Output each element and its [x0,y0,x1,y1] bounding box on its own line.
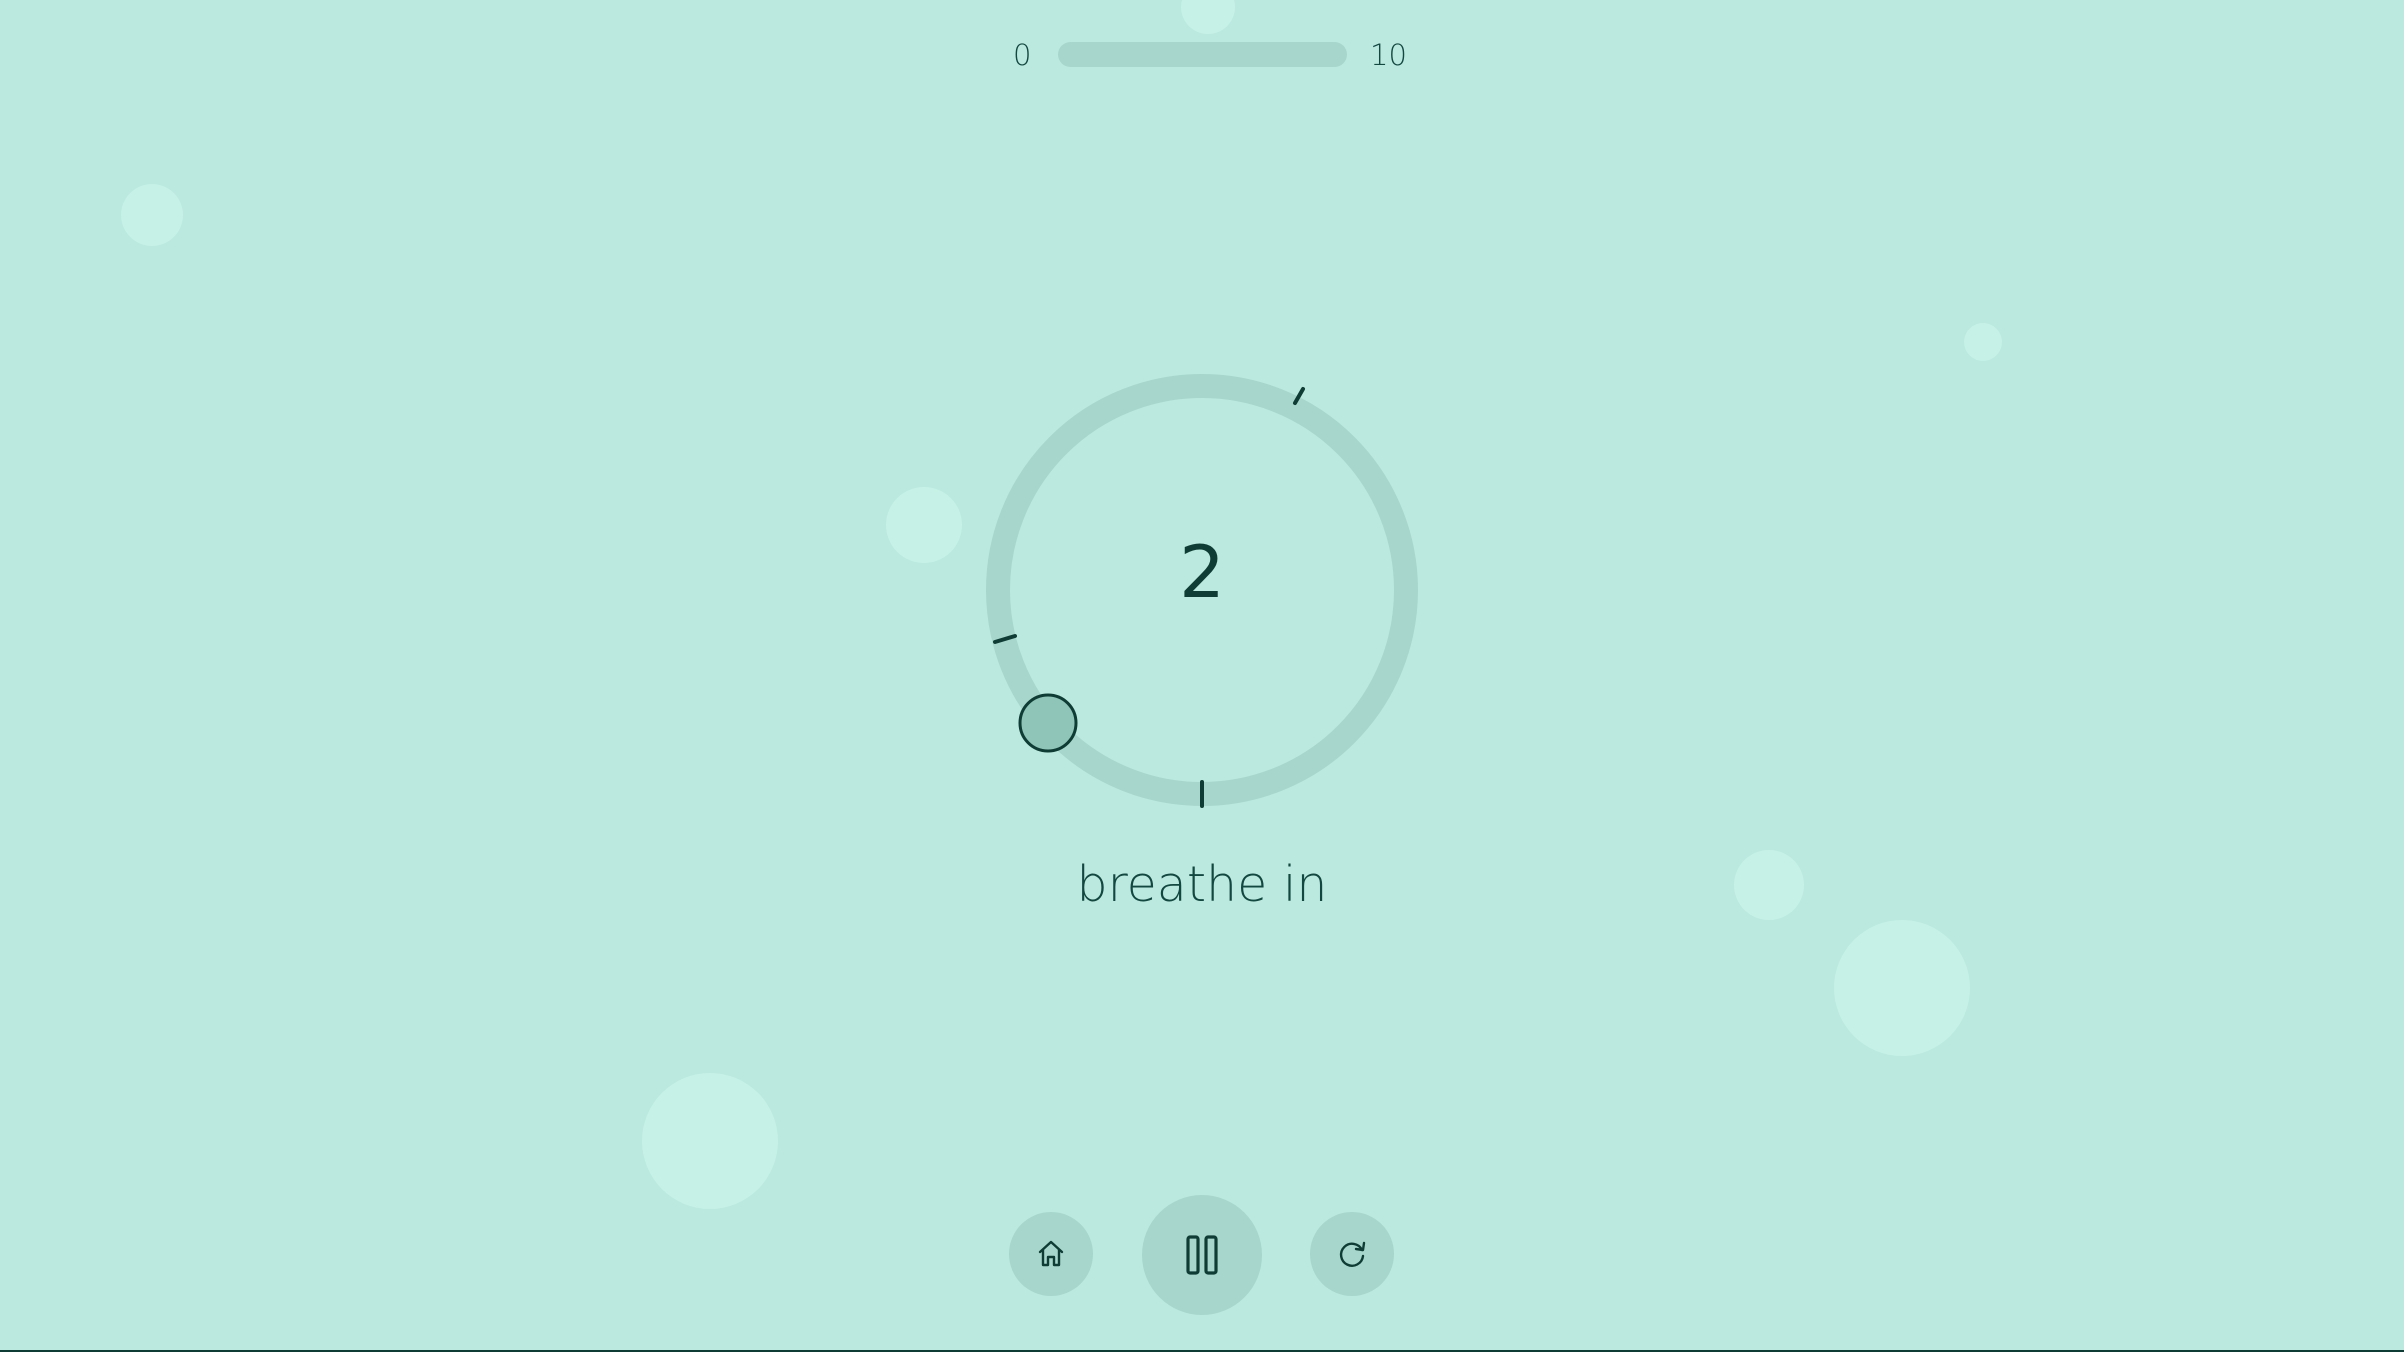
breath-phase-label: breathe in [1076,856,1328,913]
home-button[interactable] [1009,1212,1093,1296]
pause-button[interactable] [1142,1195,1262,1315]
background-bubble [1734,850,1804,920]
background-bubble [1834,920,1970,1056]
pause-icon [1186,1235,1218,1275]
progress-min-label: 0 [1013,38,1032,72]
background-bubble [121,184,183,246]
background-bubble [1964,323,2002,361]
restart-icon [1339,1241,1366,1267]
background-bubble [886,487,962,563]
progress-max-label: 10 [1370,38,1407,72]
progress-track [1058,42,1347,67]
restart-button[interactable] [1310,1212,1394,1296]
session-progress: 0 10 [1000,34,1407,76]
home-icon [1038,1240,1064,1267]
ring-progress-marker [1018,693,1078,753]
breath-count: 2 [1179,530,1225,614]
background-bubble [1181,0,1235,34]
background-bubble [642,1073,778,1209]
